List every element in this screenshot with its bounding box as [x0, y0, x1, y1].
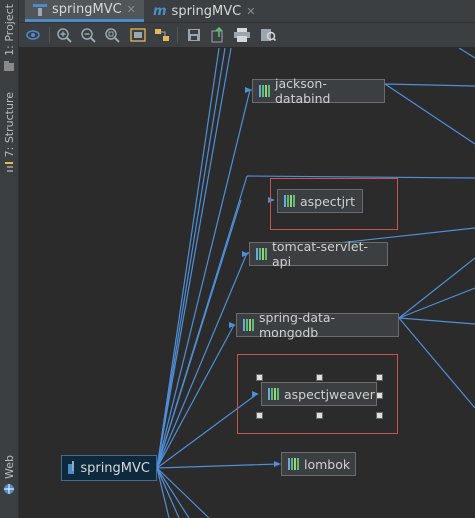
tab-label: springMVC — [52, 2, 122, 17]
resize-handle[interactable] — [256, 412, 263, 419]
maven-icon: m — [153, 3, 167, 19]
library-icon — [243, 319, 254, 331]
resize-handle[interactable] — [256, 374, 263, 381]
project-tab-label: 1: Project — [2, 4, 16, 56]
folder-icon — [4, 60, 14, 71]
node-tomcat-servlet-api[interactable]: tomcat-servlet-api — [249, 239, 388, 269]
node-label: tomcat-servlet-api — [272, 239, 368, 269]
close-icon[interactable]: ✕ — [246, 5, 255, 18]
resize-handle[interactable] — [316, 412, 323, 419]
node-aspectjrt[interactable]: aspectjrt — [277, 189, 363, 213]
zoom-in-icon[interactable] — [55, 26, 73, 44]
dependency-edges — [156, 48, 475, 518]
resize-handle[interactable] — [376, 392, 383, 399]
resize-handle[interactable] — [376, 374, 383, 381]
resize-handle[interactable] — [316, 374, 323, 381]
node-lombok[interactable]: lombok — [281, 452, 356, 476]
node-label: aspectjrt — [300, 193, 356, 209]
root-label: springMVC — [80, 460, 150, 476]
node-aspectjweaver[interactable]: aspectjweaver — [261, 382, 377, 406]
library-icon — [284, 195, 295, 207]
node-jackson-databind[interactable]: jackson-databind — [252, 76, 385, 106]
eye-icon[interactable] — [25, 26, 43, 44]
actual-size-icon[interactable] — [103, 26, 121, 44]
print-icon[interactable] — [233, 26, 251, 44]
tab-springmvc-diagram[interactable]: springMVC ✕ — [25, 0, 144, 22]
save-icon[interactable] — [185, 26, 203, 44]
web-tab-label: Web — [2, 455, 16, 479]
find-icon[interactable] — [259, 26, 277, 44]
library-icon — [288, 458, 299, 470]
library-icon — [259, 85, 270, 97]
fit-content-icon[interactable] — [129, 26, 147, 44]
root-node-springmvc[interactable]: springMVC — [61, 455, 157, 481]
export-icon[interactable] — [209, 26, 227, 44]
diagram-icon — [33, 3, 47, 16]
zoom-out-icon[interactable] — [79, 26, 97, 44]
tool-window-sidebar: 1: Project 7: Structure Web — [0, 0, 19, 518]
web-tool-tab[interactable]: Web — [0, 455, 18, 495]
tab-label: springMVC — [171, 3, 242, 19]
project-tool-tab[interactable]: 1: Project — [0, 4, 18, 72]
node-label: aspectjweaver — [284, 386, 375, 402]
structure-tab-label: 7: Structure — [2, 92, 16, 158]
node-label: jackson-databind — [275, 76, 331, 106]
module-icon — [68, 461, 75, 474]
diagram-toolbar — [19, 23, 475, 48]
node-spring-data-mongodb[interactable]: spring-data-mongodb — [236, 310, 399, 340]
library-icon — [268, 388, 279, 400]
web-icon — [4, 483, 14, 494]
diagram-canvas[interactable]: jackson-databind aspectjrt tomcat-servle… — [19, 48, 475, 518]
resize-handle[interactable] — [376, 412, 383, 419]
node-label: spring-data-mongodb — [259, 310, 336, 340]
close-icon[interactable]: ✕ — [127, 3, 136, 16]
layout-icon[interactable] — [153, 26, 171, 44]
node-label: lombok — [304, 456, 351, 472]
structure-icon — [5, 162, 13, 173]
tab-springmvc-pom[interactable]: m springMVC ✕ — [145, 0, 263, 22]
structure-tool-tab[interactable]: 7: Structure — [0, 92, 18, 173]
editor-tab-bar: springMVC ✕ m springMVC ✕ — [19, 0, 475, 23]
library-icon — [256, 248, 267, 260]
